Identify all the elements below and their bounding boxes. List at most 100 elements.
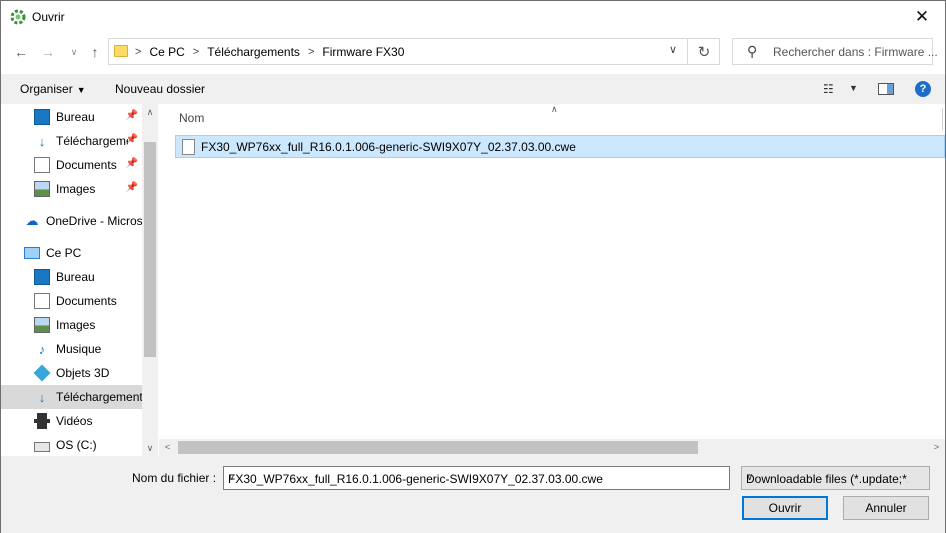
nav-item-label: Images: [56, 318, 96, 332]
search-input[interactable]: ⚲ Rechercher dans : Firmware ...: [732, 38, 938, 65]
nav-item-label: Ce PC: [46, 246, 82, 260]
refresh-button[interactable]: ↻: [687, 39, 720, 64]
navigation-pane: Bureau 📌 ↓Téléchargements 📌 Documents 📌 …: [1, 104, 158, 456]
nav-item-label: Objets 3D: [56, 366, 110, 380]
caret-down-icon: ▼: [76, 85, 86, 95]
column-header-name[interactable]: Nom: [179, 111, 204, 125]
caret-down-icon[interactable]: ▼: [849, 83, 858, 93]
nav-item-label: Vidéos: [56, 414, 93, 428]
nav-item-os-drive[interactable]: OS (C:): [1, 433, 142, 456]
scroll-down-icon[interactable]: ∨: [142, 440, 158, 456]
pin-icon: 📌: [125, 158, 138, 169]
nav-item-videos[interactable]: Vidéos: [1, 409, 142, 433]
chevron-down-icon[interactable]: ∨: [228, 472, 725, 483]
scroll-up-icon[interactable]: ∧: [142, 104, 158, 120]
toolbar: Organiser ▼ Nouveau dossier ☷ ▼ ?: [1, 74, 945, 104]
nav-item-bureau[interactable]: Bureau 📌: [1, 105, 142, 129]
forward-button[interactable]: →: [37, 41, 59, 63]
onedrive-icon: ☁: [25, 213, 39, 228]
scrollbar-thumb[interactable]: [144, 142, 156, 357]
close-button[interactable]: ✕: [899, 1, 945, 32]
breadcrumb-item[interactable]: Téléchargements: [207, 45, 300, 59]
refresh-icon: ↻: [697, 43, 711, 61]
desktop-icon: [34, 269, 50, 285]
arrow-right-icon: →: [41, 44, 55, 60]
list-item[interactable]: FX30_WP76xx_full_R16.0.1.006-generic-SWI…: [175, 135, 945, 158]
breadcrumb-separator: >: [135, 46, 142, 58]
scroll-right-icon[interactable]: >: [928, 439, 945, 456]
back-button[interactable]: ←: [10, 41, 32, 63]
chevron-down-icon: ∨: [746, 472, 754, 483]
nav-item-label: Bureau: [56, 270, 95, 284]
pin-icon: 📌: [125, 110, 138, 121]
sort-ascending-icon: ∧: [551, 104, 558, 114]
3d-objects-icon: [33, 364, 51, 382]
nav-item-bureau[interactable]: Bureau: [1, 265, 142, 289]
search-placeholder: Rechercher dans : Firmware ...: [773, 45, 938, 59]
nav-item-label: Bureau: [56, 110, 95, 124]
chevron-down-icon: ∨: [70, 46, 78, 57]
organize-button[interactable]: Organiser ▼: [20, 82, 86, 96]
file-icon: [182, 138, 195, 155]
chevron-down-icon[interactable]: ∨: [665, 43, 681, 59]
view-options-icon[interactable]: ☷: [823, 82, 834, 96]
pictures-icon: [34, 181, 50, 197]
scrollbar-thumb[interactable]: [178, 441, 698, 454]
nav-item-3d-objects[interactable]: Objets 3D: [1, 361, 142, 385]
pin-icon: 📌: [125, 182, 138, 193]
nav-item-downloads[interactable]: ↓ Téléchargements 📌: [1, 129, 142, 153]
nav-item-images[interactable]: Images 📌: [1, 177, 142, 201]
arrow-up-icon: ↑: [91, 44, 99, 60]
nav-item-label: Documents: [56, 294, 117, 308]
this-pc-icon: [24, 247, 40, 259]
downloads-icon: ↓: [38, 389, 46, 405]
open-button[interactable]: Ouvrir: [742, 496, 828, 520]
search-icon: ⚲: [747, 43, 758, 59]
nav-item-documents[interactable]: Documents: [1, 289, 142, 313]
nav-item-downloads[interactable]: ↓ Téléchargements: [1, 385, 142, 409]
nav-item-label: Documents: [56, 158, 117, 172]
title-bar: Ouvrir ✕: [1, 1, 945, 32]
breadcrumb-separator: >: [192, 46, 200, 58]
breadcrumb-item[interactable]: Ce PC: [149, 45, 184, 59]
new-folder-label: Nouveau dossier: [115, 82, 206, 96]
filename-input[interactable]: FX30_WP76xx_full_R16.0.1.006-generic-SWI…: [223, 466, 730, 490]
nav-item-onedrive[interactable]: ☁ OneDrive - Microsoft: [1, 209, 143, 233]
nav-scrollbar[interactable]: ∧ ∨: [142, 104, 158, 456]
app-icon: [10, 9, 26, 25]
pin-icon: 📌: [125, 134, 138, 145]
music-icon: ♪: [38, 341, 46, 357]
nav-item-label: Images: [56, 182, 96, 196]
pictures-icon: [34, 317, 50, 333]
scroll-left-icon[interactable]: <: [159, 439, 176, 456]
folder-icon: [114, 45, 128, 57]
file-type-select[interactable]: Downloadable files (*.update;*.cwe) ∨: [741, 466, 930, 490]
horizontal-scrollbar[interactable]: < >: [159, 439, 945, 456]
up-button[interactable]: ↑: [84, 41, 106, 63]
downloads-icon: ↓: [38, 133, 46, 149]
open-file-dialog: Ouvrir ✕ ← → ∨ ↑ > Ce PC > Téléchargemen…: [0, 0, 946, 533]
preview-pane-icon[interactable]: [878, 83, 894, 95]
column-divider[interactable]: [942, 108, 943, 130]
recent-locations-button[interactable]: ∨: [63, 41, 85, 63]
desktop-icon: [34, 109, 50, 125]
nav-item-this-pc[interactable]: Ce PC: [1, 241, 142, 265]
breadcrumb: > Ce PC > Téléchargements > Firmware FX3…: [135, 45, 404, 59]
filename-label: Nom du fichier :: [132, 471, 217, 485]
nav-item-label: Téléchargements: [56, 390, 142, 404]
arrow-left-icon: ←: [14, 44, 28, 60]
cancel-button[interactable]: Annuler: [843, 496, 929, 520]
nav-item-label: Téléchargements: [56, 134, 128, 148]
nav-item-music[interactable]: ♪ Musique: [1, 337, 142, 361]
nav-item-images[interactable]: Images: [1, 313, 142, 337]
dialog-footer: Nom du fichier : FX30_WP76xx_full_R16.0.…: [1, 456, 945, 533]
breadcrumb-item[interactable]: Firmware FX30: [322, 45, 404, 59]
nav-item-documents[interactable]: Documents 📌: [1, 153, 142, 177]
organize-label: Organiser: [20, 82, 73, 96]
address-bar[interactable]: > Ce PC > Téléchargements > Firmware FX3…: [108, 38, 720, 65]
help-icon[interactable]: ?: [915, 81, 931, 97]
new-folder-button[interactable]: Nouveau dossier: [115, 82, 205, 96]
videos-icon: [34, 413, 50, 429]
documents-icon: [34, 293, 50, 309]
file-name: FX30_WP76xx_full_R16.0.1.006-generic-SWI…: [201, 139, 576, 154]
